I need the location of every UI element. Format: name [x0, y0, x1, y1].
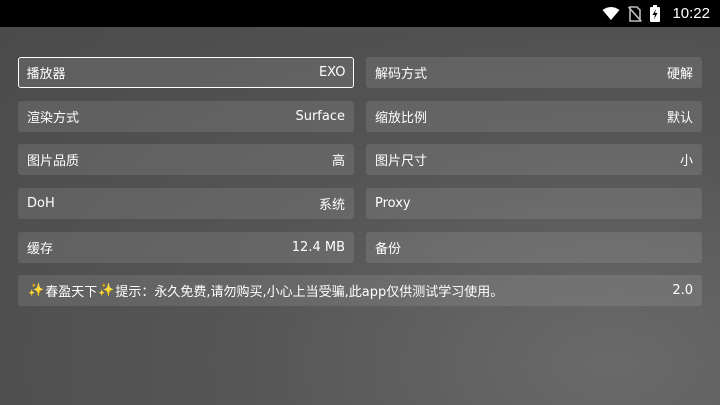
- backup-label: 备份: [375, 241, 402, 257]
- image-size-label: 图片尺寸: [375, 154, 428, 170]
- render-value: Surface: [295, 108, 345, 124]
- render-setting[interactable]: 渲染方式 Surface: [18, 100, 354, 132]
- doh-value: 系统: [318, 198, 345, 214]
- cache-setting[interactable]: 缓存 12.4 MB: [18, 231, 354, 263]
- player-value: EXO: [318, 65, 346, 80]
- status-bar: 10:22: [0, 0, 720, 27]
- decode-setting[interactable]: 解码方式 硬解: [366, 57, 702, 88]
- battery-charging-icon: [650, 5, 661, 22]
- settings-row: 图片品质 高 图片尺寸 小: [18, 144, 702, 176]
- settings-row: 缓存 12.4 MB 备份: [18, 231, 702, 263]
- doh-setting[interactable]: DoH 系统: [18, 188, 354, 220]
- settings-grid: 播放器 EXO 解码方式 硬解 渲染方式 Surface 缩放比例 默认 图片品…: [18, 57, 702, 319]
- backup-setting[interactable]: 备份: [366, 231, 702, 263]
- image-quality-label: 图片品质: [27, 154, 80, 170]
- doh-label: DoH: [27, 196, 55, 212]
- sparkle-icon: ✨: [98, 283, 115, 299]
- notice-text: 提示：永久免费,请勿购买,小心上当受骗,此app仅供测试学习使用。: [115, 285, 504, 301]
- decode-label: 解码方式: [375, 67, 428, 82]
- cache-value: 12.4 MB: [291, 239, 345, 255]
- status-icons: 10:22: [602, 0, 710, 27]
- cache-label: 缓存: [27, 241, 54, 257]
- settings-row: DoH 系统 Proxy: [18, 188, 702, 220]
- image-size-value: 小: [679, 154, 693, 170]
- image-quality-setting[interactable]: 图片品质 高: [18, 144, 354, 176]
- settings-row: ✨ 春盈天下 ✨ 提示：永久免费,请勿购买,小心上当受骗,此app仅供测试学习使…: [18, 275, 702, 307]
- notice-name: 春盈天下: [45, 285, 98, 301]
- image-quality-value: 高: [331, 154, 345, 170]
- about-notice[interactable]: ✨ 春盈天下 ✨ 提示：永久免费,请勿购买,小心上当受骗,此app仅供测试学习使…: [18, 275, 702, 307]
- notice-text-group: ✨ 春盈天下 ✨ 提示：永久免费,请勿购买,小心上当受骗,此app仅供测试学习使…: [27, 281, 503, 300]
- scale-label: 缩放比例: [375, 110, 428, 126]
- no-sim-icon: [628, 5, 643, 22]
- version-value: 2.0: [672, 283, 693, 299]
- settings-row: 播放器 EXO 解码方式 硬解: [18, 57, 702, 88]
- decode-value: 硬解: [666, 67, 693, 82]
- scale-value: 默认: [666, 110, 693, 126]
- player-label: 播放器: [26, 67, 66, 82]
- image-size-setting[interactable]: 图片尺寸 小: [366, 144, 702, 176]
- scale-setting[interactable]: 缩放比例 默认: [366, 100, 702, 132]
- wifi-icon: [602, 6, 620, 21]
- render-label: 渲染方式: [27, 110, 80, 126]
- proxy-setting[interactable]: Proxy: [366, 188, 702, 220]
- status-time: 10:22: [672, 5, 710, 22]
- sparkle-icon: ✨: [28, 283, 45, 299]
- settings-row: 渲染方式 Surface 缩放比例 默认: [18, 100, 702, 132]
- proxy-label: Proxy: [375, 196, 411, 212]
- player-setting[interactable]: 播放器 EXO: [18, 57, 354, 88]
